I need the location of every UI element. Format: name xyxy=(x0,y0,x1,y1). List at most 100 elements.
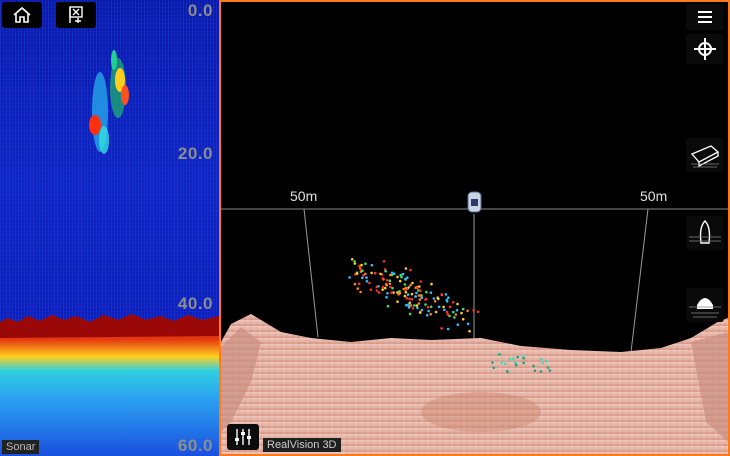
fish-target-point xyxy=(492,366,496,370)
fish-target-point xyxy=(522,356,525,360)
settings-button[interactable] xyxy=(227,424,259,450)
fish-target-point xyxy=(386,292,389,295)
fish-target-point xyxy=(407,306,411,309)
fish-target-point xyxy=(416,286,419,290)
fish-target-point xyxy=(466,322,470,326)
fish-target-point xyxy=(418,311,422,314)
fish-target-point xyxy=(445,300,449,303)
fish-target-point xyxy=(361,276,364,280)
fish-target-point xyxy=(506,370,509,374)
boat-position-marker xyxy=(467,191,482,213)
fish-target-point xyxy=(388,279,392,283)
menu-button[interactable] xyxy=(686,4,724,30)
fish-target-point xyxy=(417,302,421,305)
fish-target-point xyxy=(533,369,537,373)
fish-target-point xyxy=(447,296,450,300)
fish-target-point xyxy=(432,297,436,300)
fish-target-point xyxy=(548,369,552,372)
range-label-right: 50m xyxy=(640,188,668,204)
fish-target-point xyxy=(379,272,382,276)
fish-target-point xyxy=(401,272,405,276)
fish-target-point xyxy=(468,329,471,333)
fish-target-point xyxy=(514,361,517,364)
fish-target-point xyxy=(521,354,525,358)
fish-target-point xyxy=(392,272,396,276)
fish-target-point xyxy=(415,291,418,295)
perspective-view-button[interactable] xyxy=(686,138,724,172)
fish-target-point xyxy=(414,295,417,298)
fish-target-point xyxy=(437,305,441,309)
boat-perspective-view-icon xyxy=(690,145,720,168)
fish-target-point xyxy=(500,361,503,364)
fish-target-point xyxy=(440,293,443,296)
fish-target-point xyxy=(452,310,455,314)
fish-target-point xyxy=(364,262,367,266)
fish-target-point xyxy=(545,360,548,363)
fish-target-point xyxy=(409,268,412,272)
fish-target-point xyxy=(444,293,448,296)
fish-target-point xyxy=(365,276,368,279)
fish-target-point xyxy=(539,370,543,373)
fish-target-point xyxy=(456,323,460,327)
fish-target-point xyxy=(390,291,393,294)
fish-target-point xyxy=(461,317,465,321)
fish-target-point xyxy=(370,271,373,275)
fish-target-point xyxy=(424,297,428,301)
top-view-button[interactable] xyxy=(686,216,724,250)
realvision-3d-pane[interactable]: 50m 50m RealVision 3D xyxy=(219,0,730,456)
fish-target-point xyxy=(381,277,384,280)
waypoint-button[interactable] xyxy=(56,2,96,28)
fish-target-point xyxy=(385,283,388,287)
fish-target-point xyxy=(515,363,518,367)
fish-target-point xyxy=(410,298,414,301)
fish-target-point xyxy=(404,290,408,294)
fish-target-point xyxy=(419,294,422,297)
fish-target-point xyxy=(546,366,550,369)
crosshair-icon xyxy=(694,38,716,60)
fish-target-point xyxy=(409,283,412,287)
fish-target-point xyxy=(454,313,458,316)
fish-target-point xyxy=(377,291,381,294)
sonar-caption: Sonar xyxy=(2,440,40,454)
fish-target-point xyxy=(383,286,387,290)
fish-target-point xyxy=(405,297,409,300)
fish-target-point xyxy=(396,275,399,279)
sonar-pane[interactable]: 0.0 20.0 40.0 60.0 Sonar xyxy=(0,0,219,456)
fish-target-point xyxy=(403,294,407,298)
fish-target-point xyxy=(359,267,362,271)
fish-target-point xyxy=(440,327,443,330)
fish-target-point xyxy=(409,304,413,307)
fish-target-point xyxy=(429,312,432,316)
fish-target-point xyxy=(370,263,374,267)
waypoint-flag-icon xyxy=(69,6,83,23)
boat-top-view-icon xyxy=(689,220,721,244)
fish-target-point xyxy=(430,282,433,286)
crosshair-button[interactable] xyxy=(686,34,724,64)
fish-target-point xyxy=(426,305,430,309)
fish-target-point xyxy=(455,309,459,312)
fish-target-point xyxy=(416,306,419,310)
fish-target-point xyxy=(406,276,409,280)
fish-target-point xyxy=(436,296,439,300)
fish-target-point xyxy=(408,312,412,316)
fish-target-point xyxy=(361,269,364,273)
home-button[interactable] xyxy=(2,2,42,28)
fish-target-point xyxy=(406,293,410,296)
fish-target-point xyxy=(382,260,386,263)
fish-target-point xyxy=(353,260,356,263)
fish-target-point xyxy=(396,300,399,304)
rear-view-button[interactable] xyxy=(686,288,724,322)
fish-target-point xyxy=(429,305,433,309)
fish-target-point xyxy=(443,308,446,312)
fish-target-point xyxy=(403,283,407,286)
fish-target-point xyxy=(425,290,428,294)
fish-target-point xyxy=(357,282,361,286)
fish-target-point xyxy=(460,311,463,315)
fish-target-point xyxy=(512,357,515,360)
fish-target-point xyxy=(375,285,379,289)
fish-target-point xyxy=(427,309,430,313)
fish-target-point xyxy=(400,275,403,279)
fish-target-point xyxy=(404,267,408,270)
hamburger-menu-icon xyxy=(698,11,712,23)
fish-target-point xyxy=(404,286,408,290)
